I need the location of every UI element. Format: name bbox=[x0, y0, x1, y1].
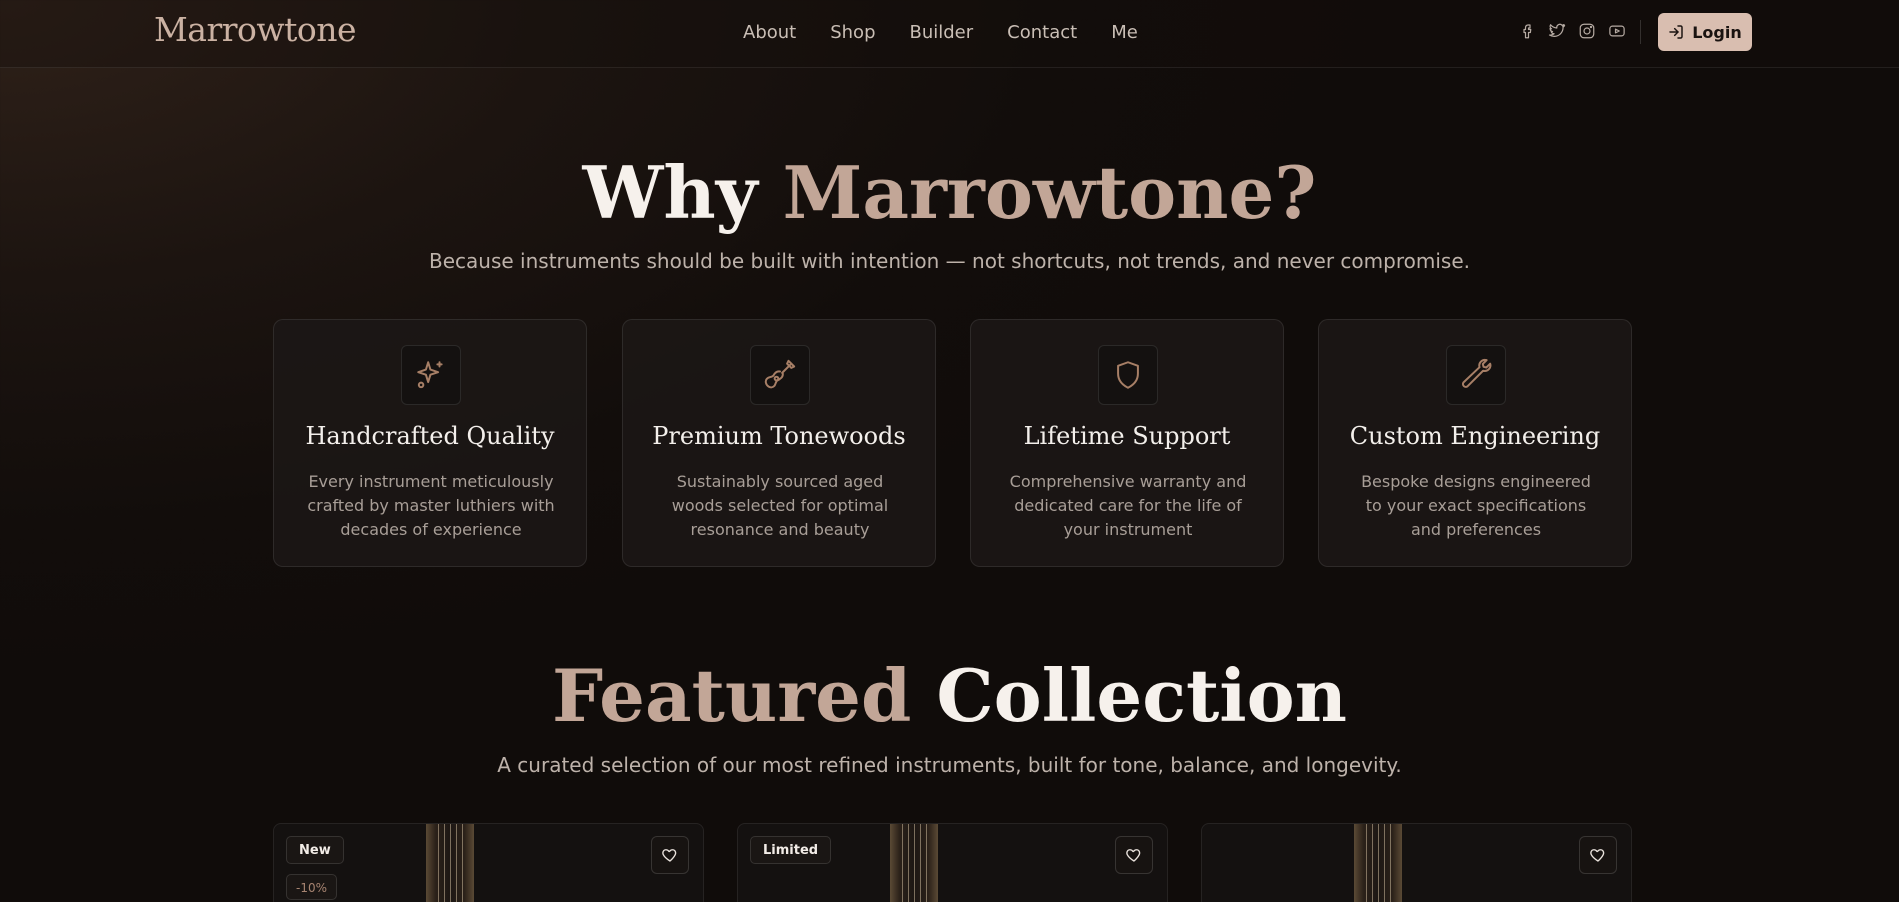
nav-contact[interactable]: Contact bbox=[1007, 22, 1077, 43]
wishlist-button[interactable] bbox=[651, 836, 689, 874]
heart-icon bbox=[1126, 849, 1141, 862]
feature-desc: Every instrument meticulously crafted by… bbox=[307, 472, 555, 539]
feature-desc: Sustainably sourced aged woods selected … bbox=[671, 472, 889, 539]
feature-card-tonewoods: Premium Tonewoods Sustainably sourced ag… bbox=[622, 319, 936, 567]
instagram-icon[interactable] bbox=[1578, 22, 1596, 40]
site-header: Marrowtone About Shop Builder Contact Me… bbox=[0, 0, 1899, 68]
heart-icon bbox=[662, 849, 677, 862]
guitar-icon bbox=[750, 345, 810, 405]
guitar-image bbox=[890, 824, 938, 902]
why-subtitle: Because instruments should be built with… bbox=[429, 249, 1470, 273]
wrench-icon bbox=[1446, 345, 1506, 405]
nav-me[interactable]: Me bbox=[1111, 22, 1138, 43]
nav-shop[interactable]: Shop bbox=[830, 22, 875, 43]
feature-card-support: Lifetime Support Comprehensive warranty … bbox=[970, 319, 1284, 567]
featured-title-accent: Featured bbox=[551, 653, 912, 738]
guitar-image bbox=[1354, 824, 1402, 902]
site-logo[interactable]: Marrowtone bbox=[154, 10, 357, 49]
feature-card-engineering: Custom Engineering Bespoke designs engin… bbox=[1318, 319, 1632, 567]
new-badge: New bbox=[286, 836, 344, 864]
feature-desc: Comprehensive warranty and dedicated car… bbox=[1009, 472, 1247, 539]
featured-subtitle: A curated selection of our most refined … bbox=[497, 753, 1402, 777]
sparkles-icon bbox=[401, 345, 461, 405]
limited-badge: Limited bbox=[750, 836, 832, 864]
discount-badge: -10% bbox=[286, 874, 338, 900]
facebook-icon[interactable] bbox=[1518, 22, 1536, 40]
featured-heading: Featured Collection bbox=[0, 653, 1899, 738]
login-button[interactable]: Login bbox=[1658, 13, 1752, 51]
product-card[interactable]: New -10% bbox=[273, 823, 704, 902]
why-heading: Why Marrowtone? bbox=[0, 150, 1899, 235]
youtube-icon[interactable] bbox=[1608, 22, 1626, 40]
nav-about[interactable]: About bbox=[743, 22, 796, 43]
feature-title: Custom Engineering bbox=[1349, 422, 1601, 450]
feature-card-handcrafted: Handcrafted Quality Every instrument met… bbox=[273, 319, 587, 567]
nav-builder[interactable]: Builder bbox=[910, 22, 974, 43]
login-icon bbox=[1669, 25, 1683, 39]
header-divider bbox=[1640, 20, 1641, 44]
social-links bbox=[1518, 22, 1626, 40]
feature-title: Lifetime Support bbox=[1023, 422, 1231, 450]
guitar-image bbox=[426, 824, 474, 902]
wishlist-button[interactable] bbox=[1579, 836, 1617, 874]
why-title-accent: Marrowtone? bbox=[782, 150, 1317, 235]
feature-title: Premium Tonewoods bbox=[652, 422, 906, 450]
product-card[interactable]: Limited bbox=[737, 823, 1168, 902]
why-title-plain: Why bbox=[582, 150, 783, 235]
wishlist-button[interactable] bbox=[1115, 836, 1153, 874]
product-card[interactable] bbox=[1201, 823, 1632, 902]
heart-icon bbox=[1590, 849, 1605, 862]
twitter-icon[interactable] bbox=[1548, 22, 1566, 40]
feature-desc: Bespoke designs engineered to your exact… bbox=[1361, 472, 1591, 539]
shield-icon bbox=[1098, 345, 1158, 405]
main-nav: About Shop Builder Contact Me bbox=[743, 22, 1138, 43]
featured-title-plain: Collection bbox=[911, 653, 1348, 738]
feature-title: Handcrafted Quality bbox=[305, 422, 555, 450]
login-label: Login bbox=[1692, 22, 1742, 42]
